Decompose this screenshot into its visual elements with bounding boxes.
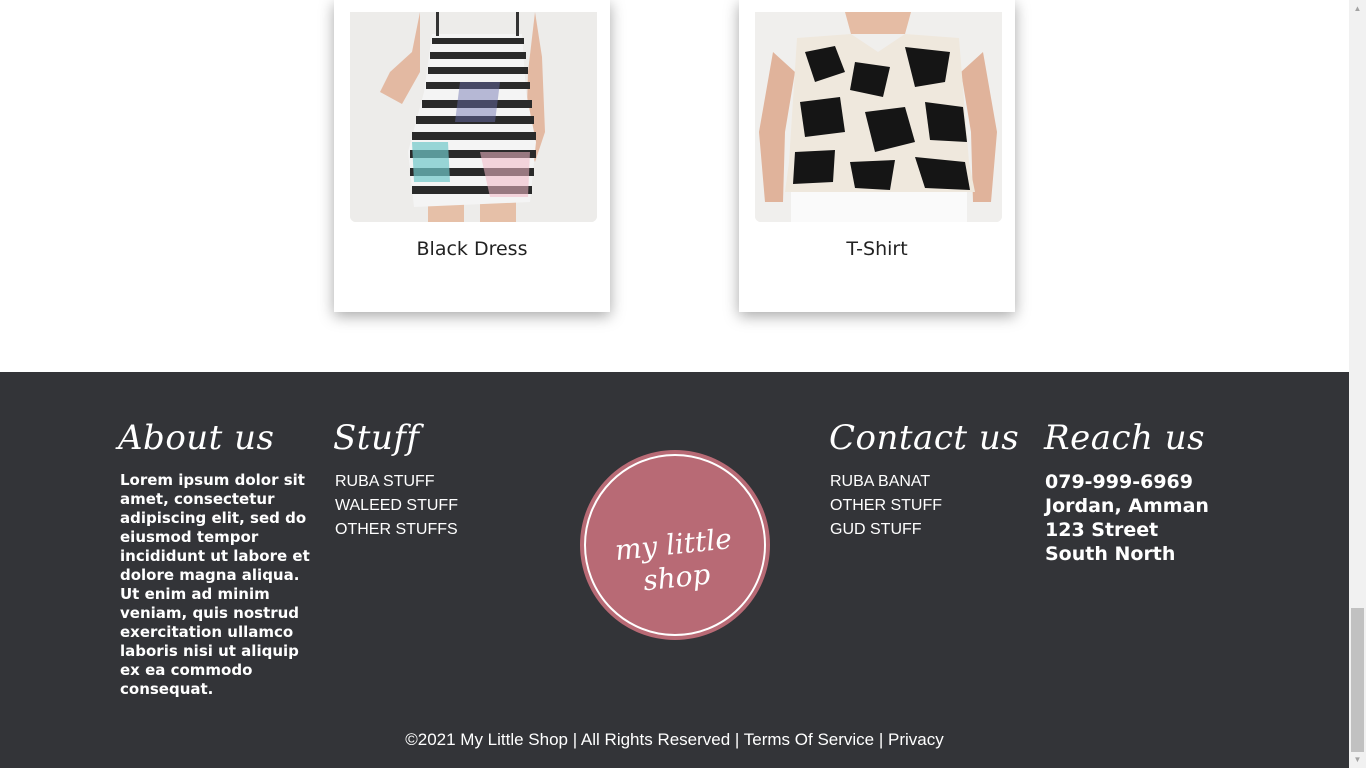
copyright-bar: ©2021 My Little Shop | All Rights Reserv…	[0, 730, 1349, 750]
scroll-down-arrow-icon[interactable]: ▼	[1349, 751, 1366, 768]
footer-link[interactable]: GUD STUFF	[830, 518, 942, 542]
product-card-t-shirt[interactable]: T-Shirt	[739, 0, 1015, 312]
separator: |	[878, 730, 884, 749]
product-card-black-dress[interactable]: Black Dress	[334, 0, 610, 312]
site-footer: About us Lorem ipsum dolor sit amet, con…	[0, 372, 1349, 768]
footer-link[interactable]: OTHER STUFFS	[335, 518, 458, 542]
footer-link[interactable]: RUBA BANAT	[830, 470, 942, 494]
contact-links: RUBA BANAT OTHER STUFF GUD STUFF	[830, 470, 942, 542]
scroll-up-arrow-icon[interactable]: ▲	[1349, 0, 1366, 17]
stuff-title: Stuff	[333, 418, 420, 458]
footer-link[interactable]: RUBA STUFF	[335, 470, 458, 494]
about-title: About us	[118, 418, 275, 458]
privacy-link[interactable]: Privacy	[888, 730, 944, 749]
shop-logo[interactable]: my little shop	[580, 450, 770, 640]
reach-info: 079-999-6969 Jordan, Amman 123 Street So…	[1045, 470, 1225, 566]
scrollbar-thumb[interactable]	[1351, 608, 1364, 752]
dress-photo[interactable]	[350, 12, 597, 222]
terms-link[interactable]: Terms Of Service	[744, 730, 874, 749]
street-address: 123 Street South North	[1045, 519, 1176, 565]
top-photo[interactable]	[755, 12, 1002, 222]
copyright-text: ©2021 My Little Shop | All Rights Reserv…	[405, 730, 740, 749]
product-name[interactable]: T-Shirt	[739, 238, 1015, 260]
stuff-links: RUBA STUFF WALEED STUFF OTHER STUFFS	[335, 470, 458, 542]
city: Jordan, Amman	[1045, 495, 1209, 517]
page-viewport: Black Dress T-Shirt About us Lorem ipsum…	[0, 0, 1349, 768]
about-text: Lorem ipsum dolor sit amet, consectetur …	[120, 471, 310, 698]
contact-title: Contact us	[829, 418, 1020, 458]
product-name[interactable]: Black Dress	[334, 238, 610, 260]
footer-link[interactable]: OTHER STUFF	[830, 494, 942, 518]
phone-number[interactable]: 079-999-6969	[1045, 470, 1225, 494]
footer-link[interactable]: WALEED STUFF	[335, 494, 458, 518]
reach-title: Reach us	[1044, 418, 1206, 458]
vertical-scrollbar[interactable]: ▲ ▼	[1349, 0, 1366, 768]
